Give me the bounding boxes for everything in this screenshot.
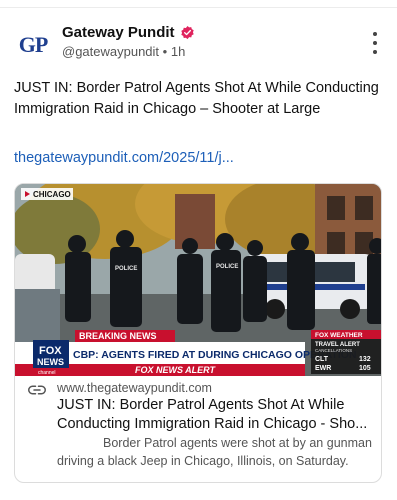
verified-badge-icon [180, 25, 194, 40]
weather-value-1: 132 [359, 356, 371, 363]
link-preview-card[interactable]: POLICE POLICE CHICAGO BREAKING NEWS CBP:… [14, 183, 382, 483]
police-vest-text: POLICE [115, 266, 137, 272]
card-image[interactable]: POLICE POLICE CHICAGO BREAKING NEWS CBP:… [15, 184, 381, 376]
weather-code-2: EWR [315, 365, 331, 372]
link-icon [28, 385, 46, 395]
fox-logo-top: FOX [39, 345, 62, 357]
weather-code-1: CLT [315, 356, 329, 363]
more-options-icon[interactable] [366, 32, 384, 54]
handle[interactable]: @gatewaypundit [62, 44, 159, 59]
card-body[interactable]: www.thegatewaypundit.com JUST IN: Border… [15, 376, 381, 482]
weather-sub2: CANCELLATIONS [315, 348, 352, 353]
handle-row: @gatewaypundit • 1h [62, 44, 185, 59]
breaking-news-label: BREAKING NEWS [79, 331, 157, 341]
weather-value-2: 105 [359, 365, 371, 372]
card-description: Border Patrol agents were shot at by an … [57, 434, 375, 470]
separator: • [162, 44, 168, 59]
post-link[interactable]: thegatewaypundit.com/2025/11/j... [14, 150, 384, 166]
card-desc-line-1: Border Patrol agents were shot at by an … [103, 436, 372, 450]
avatar[interactable]: GP [14, 26, 52, 64]
card-title-line-1: JUST IN: Border Patrol Agents Shot At Wh… [57, 397, 345, 413]
card-title: JUST IN: Border Patrol Agents Shot At Wh… [57, 396, 375, 434]
card-title-line-2: Conducting Immigration Raid in Chicago -… [57, 416, 368, 432]
timestamp[interactable]: 1h [171, 44, 185, 59]
card-domain: www.thegatewaypundit.com [57, 381, 212, 395]
post-text: JUST IN: Border Patrol Agents Shot At Wh… [14, 80, 379, 117]
card-desc-line-2: driving a black Jeep in Chicago, Illinoi… [57, 454, 349, 468]
location-tag: CHICAGO [33, 190, 71, 199]
post-header: GP Gateway Pundit @gatewaypundit • 1h [14, 22, 384, 70]
display-name[interactable]: Gateway Pundit [62, 24, 175, 41]
name-row: Gateway Pundit [62, 24, 195, 41]
police-vest-text-2: POLICE [216, 264, 238, 270]
fox-logo-bottom: NEWS [37, 357, 64, 367]
alert-label: FOX NEWS ALERT [135, 365, 217, 375]
weather-title: FOX WEATHER [315, 332, 363, 339]
top-divider [0, 7, 397, 8]
news-screenshot: POLICE POLICE CHICAGO BREAKING NEWS CBP:… [15, 184, 381, 376]
